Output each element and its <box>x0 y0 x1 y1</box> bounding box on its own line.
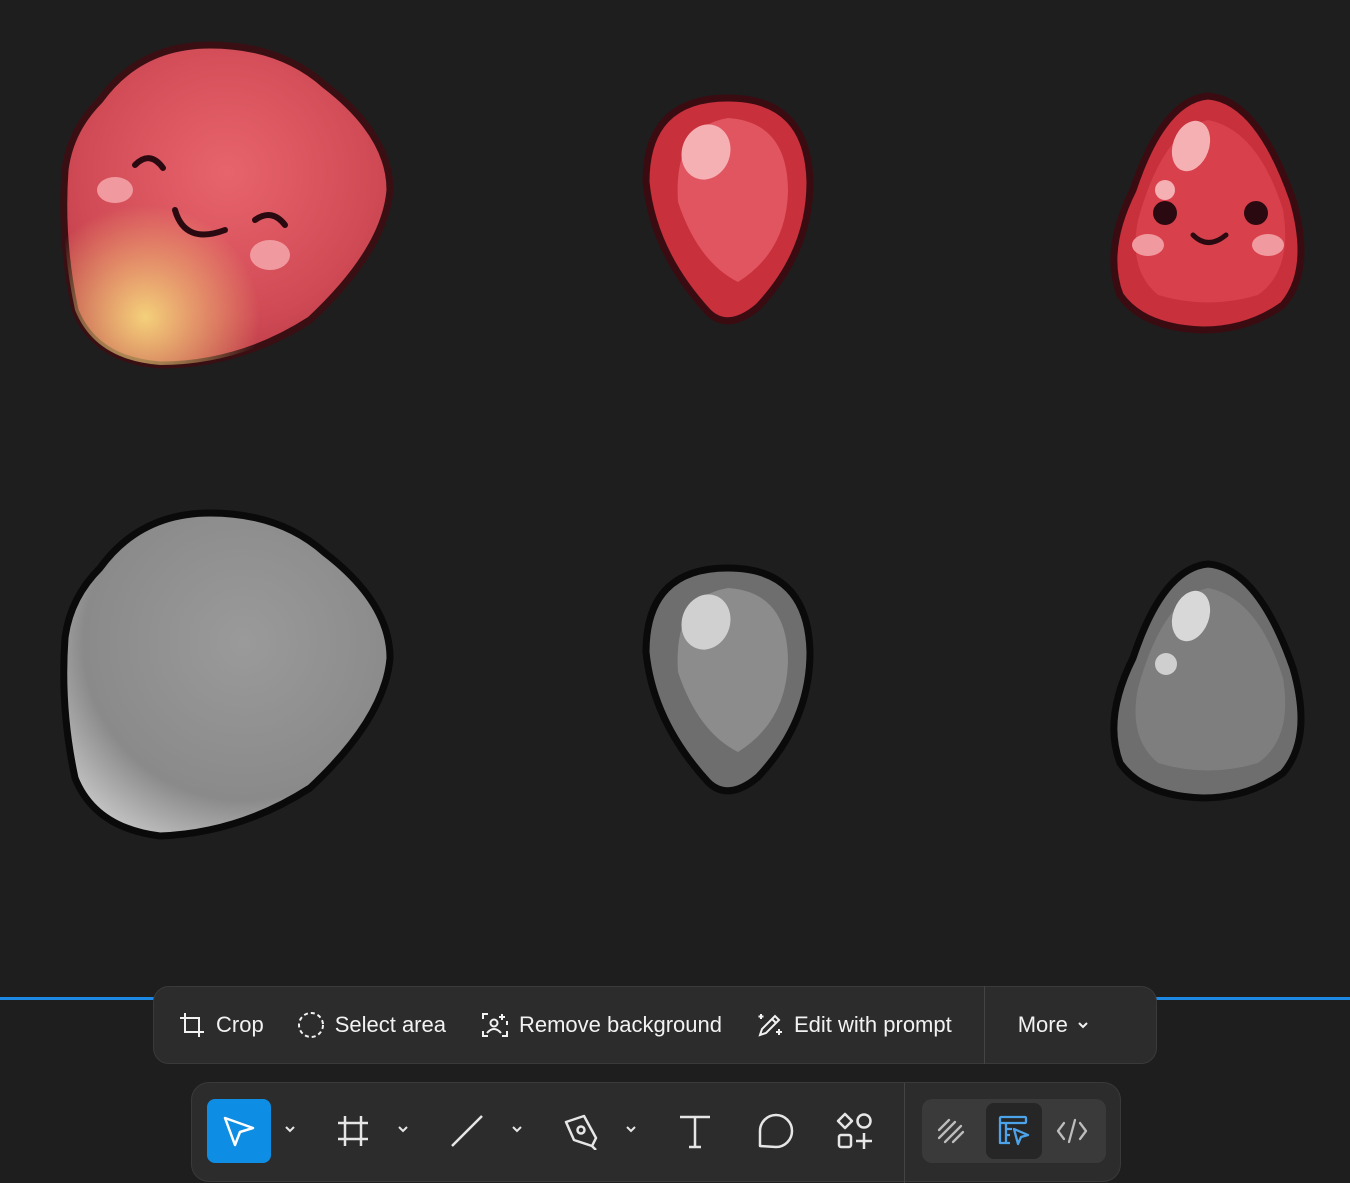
selection-line <box>1150 997 1350 1000</box>
pen-nib-icon <box>564 1114 598 1150</box>
crop-label: Crop <box>216 1012 264 1037</box>
text-t-icon <box>680 1115 710 1149</box>
crop-button[interactable]: Crop <box>178 987 264 1063</box>
main-toolbar <box>191 1082 1121 1183</box>
remove-background-icon <box>481 1013 508 1037</box>
more-label: More <box>1017 1012 1068 1037</box>
chevron-down-icon <box>626 1126 636 1133</box>
frame-tool-button[interactable] <box>321 1099 385 1163</box>
chevron-down-icon <box>512 1126 522 1133</box>
magic-pencil-icon <box>758 1014 782 1037</box>
draw-mode-button[interactable] <box>924 1103 980 1159</box>
chevron-down-icon <box>1078 1022 1088 1029</box>
pen-tool-button[interactable] <box>549 1099 613 1163</box>
chevron-down-icon <box>285 1126 295 1133</box>
image-edit-toolbar: Crop Select area Remove background Edit … <box>153 986 1157 1064</box>
code-brackets-icon <box>1056 1118 1088 1144</box>
shapes-plus-icon <box>836 1112 872 1149</box>
crop-icon <box>180 1013 204 1037</box>
comment-tool-button[interactable] <box>744 1099 808 1163</box>
toolbar-divider <box>904 1083 905 1183</box>
selection-line <box>0 997 160 1000</box>
lasso-select-icon <box>297 1012 324 1038</box>
gray-petal-sprite <box>60 509 394 840</box>
dev-mode-button[interactable] <box>1044 1103 1100 1159</box>
line-icon <box>451 1115 483 1147</box>
comment-bubble-icon <box>758 1113 794 1149</box>
select-area-label: Select area <box>334 1012 446 1037</box>
scribble-pen-icon <box>937 1118 965 1144</box>
red-petal-sprite <box>60 41 394 369</box>
layout-cursor-icon <box>998 1115 1030 1146</box>
edit-with-prompt-label: Edit with prompt <box>794 1012 952 1037</box>
gray-gem-sprite <box>642 564 814 795</box>
remove-background-button[interactable]: Remove background <box>481 987 722 1063</box>
text-tool-button[interactable] <box>663 1099 727 1163</box>
frame-tool-dropdown[interactable] <box>395 1121 411 1137</box>
red-gem-sprite <box>642 94 814 325</box>
more-button[interactable]: More <box>1018 987 1090 1063</box>
frame-hash-icon <box>338 1116 368 1146</box>
gray-gem-round-sprite <box>1110 560 1305 802</box>
red-gem-face-sprite <box>1110 92 1305 334</box>
toolbar-divider <box>983 986 985 1064</box>
remove-background-label: Remove background <box>518 1012 722 1037</box>
line-tool-button[interactable] <box>435 1099 499 1163</box>
mode-switcher <box>922 1099 1106 1163</box>
line-tool-dropdown[interactable] <box>509 1121 525 1137</box>
chevron-down-icon <box>398 1126 408 1133</box>
move-tool-button[interactable] <box>207 1099 271 1163</box>
design-mode-button[interactable] <box>986 1103 1042 1159</box>
move-tool-dropdown[interactable] <box>282 1121 298 1137</box>
actions-tool-button[interactable] <box>823 1099 887 1163</box>
edit-with-prompt-button[interactable]: Edit with prompt <box>756 987 952 1063</box>
cursor-arrow-icon <box>223 1116 255 1147</box>
select-area-button[interactable]: Select area <box>297 987 446 1063</box>
pen-tool-dropdown[interactable] <box>623 1121 639 1137</box>
